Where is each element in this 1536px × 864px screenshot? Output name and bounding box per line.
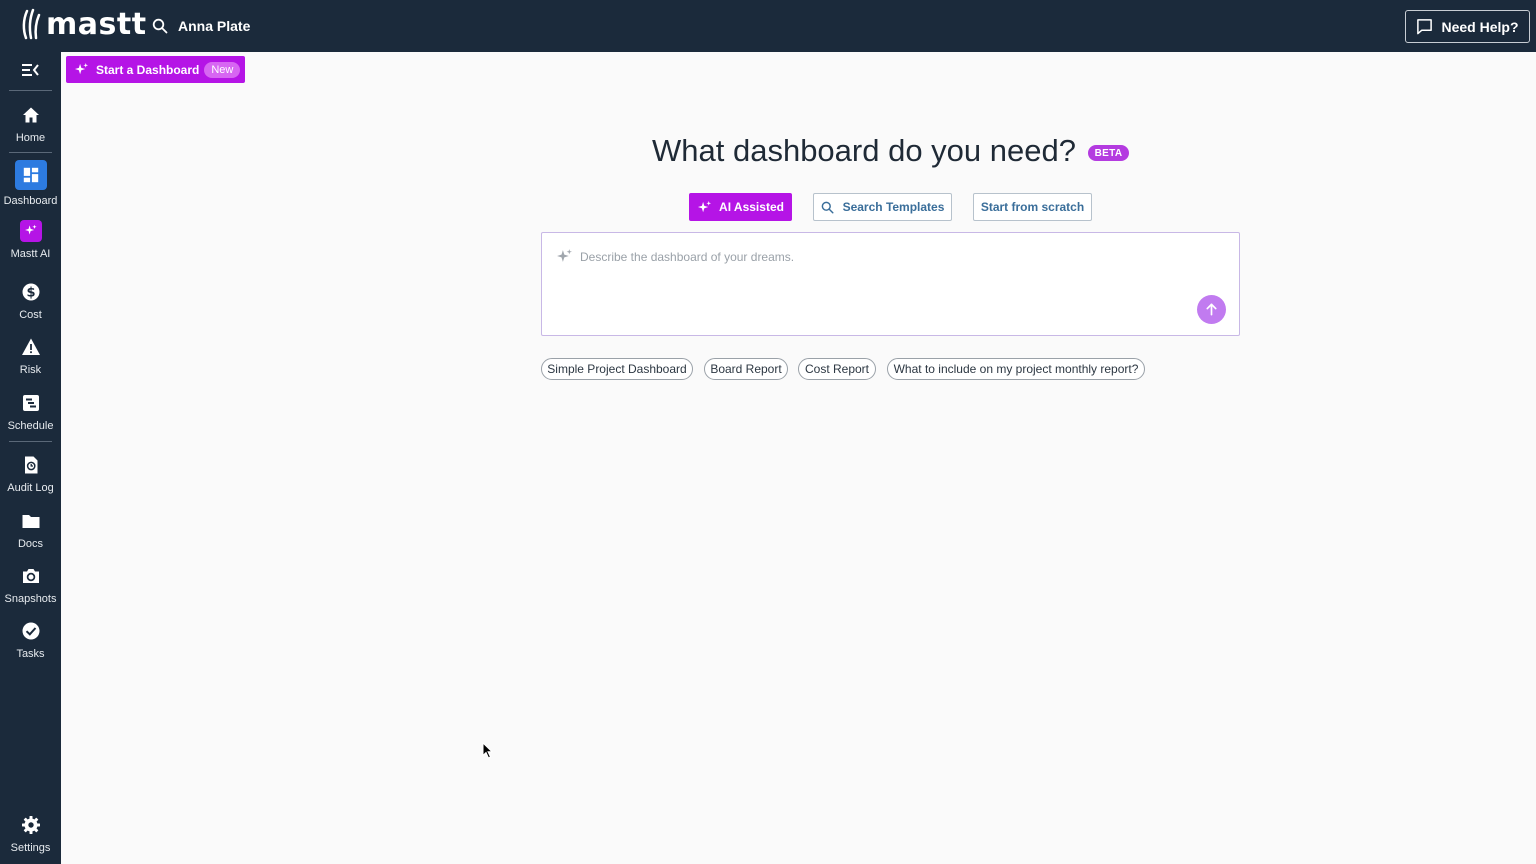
sidebar-item-label: Dashboard bbox=[3, 195, 58, 207]
ai-assisted-label: AI Assisted bbox=[719, 200, 784, 214]
sidebar-item-label: Risk bbox=[19, 364, 42, 376]
sidebar-item-snapshots[interactable]: Snapshots bbox=[0, 565, 61, 605]
mouse-pointer-icon bbox=[482, 742, 493, 759]
beta-badge: BETA bbox=[1088, 145, 1129, 161]
camera-icon bbox=[20, 565, 42, 587]
search-icon bbox=[821, 201, 834, 214]
sidebar-item-home[interactable]: Home bbox=[0, 104, 61, 144]
sidebar-item-label: Cost bbox=[19, 309, 42, 321]
sidebar-item-label: Mastt AI bbox=[10, 248, 51, 260]
start-dashboard-label: Start a Dashboard bbox=[96, 62, 200, 77]
sidebar-item-label: Tasks bbox=[16, 648, 45, 660]
page-title: What dashboard do you need? bbox=[652, 133, 1076, 168]
start-dashboard-button[interactable]: Start a Dashboard New bbox=[66, 56, 245, 83]
start-from-scratch-label: Start from scratch bbox=[980, 200, 1085, 214]
dashboard-prompt-input[interactable] bbox=[580, 247, 1200, 267]
sidebar-item-docs[interactable]: Docs bbox=[0, 510, 61, 550]
sidebar: Home Dashboard Mastt AI $ Cost Risk Sche… bbox=[0, 52, 61, 864]
sparkle-icon bbox=[19, 220, 42, 242]
project-name: Anna Plate bbox=[178, 18, 251, 34]
project-search[interactable]: Anna Plate bbox=[152, 14, 250, 38]
logo-text: mastt bbox=[46, 6, 147, 42]
search-templates-button[interactable]: Search Templates bbox=[813, 193, 952, 221]
search-templates-label: Search Templates bbox=[842, 200, 945, 214]
chat-icon bbox=[1417, 19, 1433, 35]
top-bar: mastt Anna Plate Need Help? bbox=[0, 0, 1536, 52]
send-button[interactable] bbox=[1197, 295, 1226, 324]
suggestion-chip[interactable]: What to include on my project monthly re… bbox=[887, 358, 1145, 380]
sidebar-divider bbox=[9, 441, 52, 442]
dollar-icon: $ bbox=[20, 281, 42, 303]
need-help-label: Need Help? bbox=[1441, 18, 1519, 35]
sidebar-item-schedule[interactable]: Schedule bbox=[0, 392, 61, 432]
sparkle-icon bbox=[557, 249, 572, 262]
sidebar-item-settings[interactable]: Settings bbox=[0, 814, 61, 854]
suggestion-chip[interactable]: Simple Project Dashboard bbox=[541, 358, 693, 380]
app-logo[interactable]: mastt bbox=[20, 6, 147, 42]
sparkle-icon bbox=[697, 200, 712, 212]
sidebar-item-mastt-ai[interactable]: Mastt AI bbox=[0, 220, 61, 260]
mastt-logo-icon bbox=[22, 8, 41, 40]
sidebar-item-cost[interactable]: $ Cost bbox=[0, 281, 61, 321]
schedule-icon bbox=[20, 392, 42, 414]
collapse-sidebar-button[interactable] bbox=[19, 60, 41, 80]
sidebar-item-audit-log[interactable]: Audit Log bbox=[0, 454, 61, 494]
sidebar-item-label: Docs bbox=[17, 538, 44, 550]
suggestion-chip[interactable]: Board Report bbox=[704, 358, 788, 380]
folder-icon bbox=[20, 510, 42, 532]
svg-text:$: $ bbox=[26, 286, 35, 301]
sidebar-item-label: Audit Log bbox=[7, 482, 54, 494]
check-circle-icon bbox=[20, 620, 42, 642]
prompt-box bbox=[541, 232, 1240, 336]
search-icon bbox=[152, 18, 168, 34]
menu-collapse-icon bbox=[22, 64, 39, 76]
sidebar-item-label: Snapshots bbox=[4, 593, 57, 605]
dashboard-icon bbox=[14, 160, 47, 190]
ai-assisted-button[interactable]: AI Assisted bbox=[689, 193, 792, 221]
sidebar-item-dashboard[interactable]: Dashboard bbox=[0, 160, 61, 207]
audit-log-icon bbox=[20, 454, 42, 476]
sidebar-item-risk[interactable]: Risk bbox=[0, 336, 61, 376]
sparkle-icon bbox=[74, 62, 89, 75]
sidebar-item-label: Schedule bbox=[7, 420, 54, 432]
sidebar-divider bbox=[9, 90, 52, 91]
need-help-button[interactable]: Need Help? bbox=[1405, 10, 1530, 43]
new-badge: New bbox=[204, 61, 241, 78]
gear-icon bbox=[20, 814, 42, 836]
sidebar-divider bbox=[9, 152, 52, 153]
sidebar-item-label: Home bbox=[15, 132, 46, 144]
start-from-scratch-button[interactable]: Start from scratch bbox=[973, 193, 1092, 221]
sidebar-item-tasks[interactable]: Tasks bbox=[0, 620, 61, 660]
arrow-up-icon bbox=[1206, 303, 1217, 316]
home-icon bbox=[20, 104, 42, 126]
sidebar-item-label: Settings bbox=[10, 842, 51, 854]
warning-icon bbox=[20, 336, 42, 358]
suggestion-chip[interactable]: Cost Report bbox=[798, 358, 876, 380]
